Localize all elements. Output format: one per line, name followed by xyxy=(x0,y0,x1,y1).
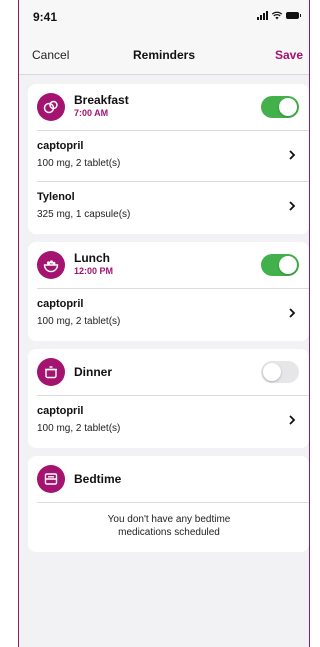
wifi-icon xyxy=(272,11,282,20)
meal-name: Dinner xyxy=(74,365,113,379)
status-icons xyxy=(257,11,301,20)
dinner-toggle[interactable] xyxy=(261,361,299,383)
medication-row[interactable]: captopril 100 mg, 2 tablet(s) xyxy=(37,130,309,181)
bed-icon xyxy=(37,465,65,493)
battery-icon xyxy=(286,12,301,19)
lunch-bowl-icon xyxy=(37,251,65,279)
meal-header: Breakfast 7:00 AM xyxy=(28,84,309,130)
chevron-right-icon xyxy=(289,415,296,425)
meal-card-dinner: Dinner captopril 100 mg, 2 tablet(s) xyxy=(28,349,309,448)
meal-card-bedtime: Bedtime You don't have any bedtime medic… xyxy=(28,456,309,552)
meal-header: Bedtime xyxy=(28,456,309,502)
status-bar: 9:41 xyxy=(19,0,309,36)
meal-time: 12:00 PM xyxy=(74,266,114,276)
dinner-pot-icon xyxy=(37,358,65,386)
medication-row[interactable]: captopril 100 mg, 2 tablet(s) xyxy=(37,395,309,446)
medication-row[interactable]: Tylenol 325 mg, 1 capsule(s) xyxy=(37,181,309,232)
lunch-toggle[interactable] xyxy=(261,254,299,276)
meal-name: Bedtime xyxy=(74,472,122,486)
save-button[interactable]: Save xyxy=(275,48,303,62)
status-time: 9:41 xyxy=(33,10,58,24)
chevron-right-icon xyxy=(289,308,296,318)
meal-card-breakfast: Breakfast 7:00 AM captopril 100 mg, 2 ta… xyxy=(28,84,309,234)
chevron-right-icon xyxy=(289,150,296,160)
medication-name: captopril xyxy=(37,140,84,152)
phone-screen: 9:41 Cancel Reminders Save Breakfast 7:0… xyxy=(18,0,310,647)
medication-name: captopril xyxy=(37,405,84,417)
signal-icon xyxy=(257,11,268,20)
meal-card-lunch: Lunch 12:00 PM captopril 100 mg, 2 table… xyxy=(28,242,309,341)
empty-message-line: medications scheduled xyxy=(118,527,220,538)
empty-message-line: You don't have any bedtime xyxy=(107,514,231,525)
meal-name: Breakfast xyxy=(74,93,129,107)
medication-dose: 325 mg, 1 capsule(s) xyxy=(37,209,131,220)
nav-bar: Cancel Reminders Save xyxy=(19,36,309,75)
page-title: Reminders xyxy=(132,48,196,62)
medication-name: Tylenol xyxy=(37,191,75,203)
medication-dose: 100 mg, 2 tablet(s) xyxy=(37,316,121,327)
meal-name: Lunch xyxy=(74,251,110,265)
toggle-knob xyxy=(279,98,297,116)
medication-dose: 100 mg, 2 tablet(s) xyxy=(37,423,121,434)
empty-message: You don't have any bedtime medications s… xyxy=(37,502,309,553)
medication-dose: 100 mg, 2 tablet(s) xyxy=(37,158,121,169)
medication-row[interactable]: captopril 100 mg, 2 tablet(s) xyxy=(37,288,309,339)
medication-name: captopril xyxy=(37,298,84,310)
breakfast-icon xyxy=(37,93,65,121)
meal-time: 7:00 AM xyxy=(74,108,109,118)
toggle-knob xyxy=(263,363,281,381)
toggle-knob xyxy=(279,256,297,274)
meal-header: Dinner xyxy=(28,349,309,395)
meal-header: Lunch 12:00 PM xyxy=(28,242,309,288)
breakfast-toggle[interactable] xyxy=(261,96,299,118)
chevron-right-icon xyxy=(289,201,296,211)
